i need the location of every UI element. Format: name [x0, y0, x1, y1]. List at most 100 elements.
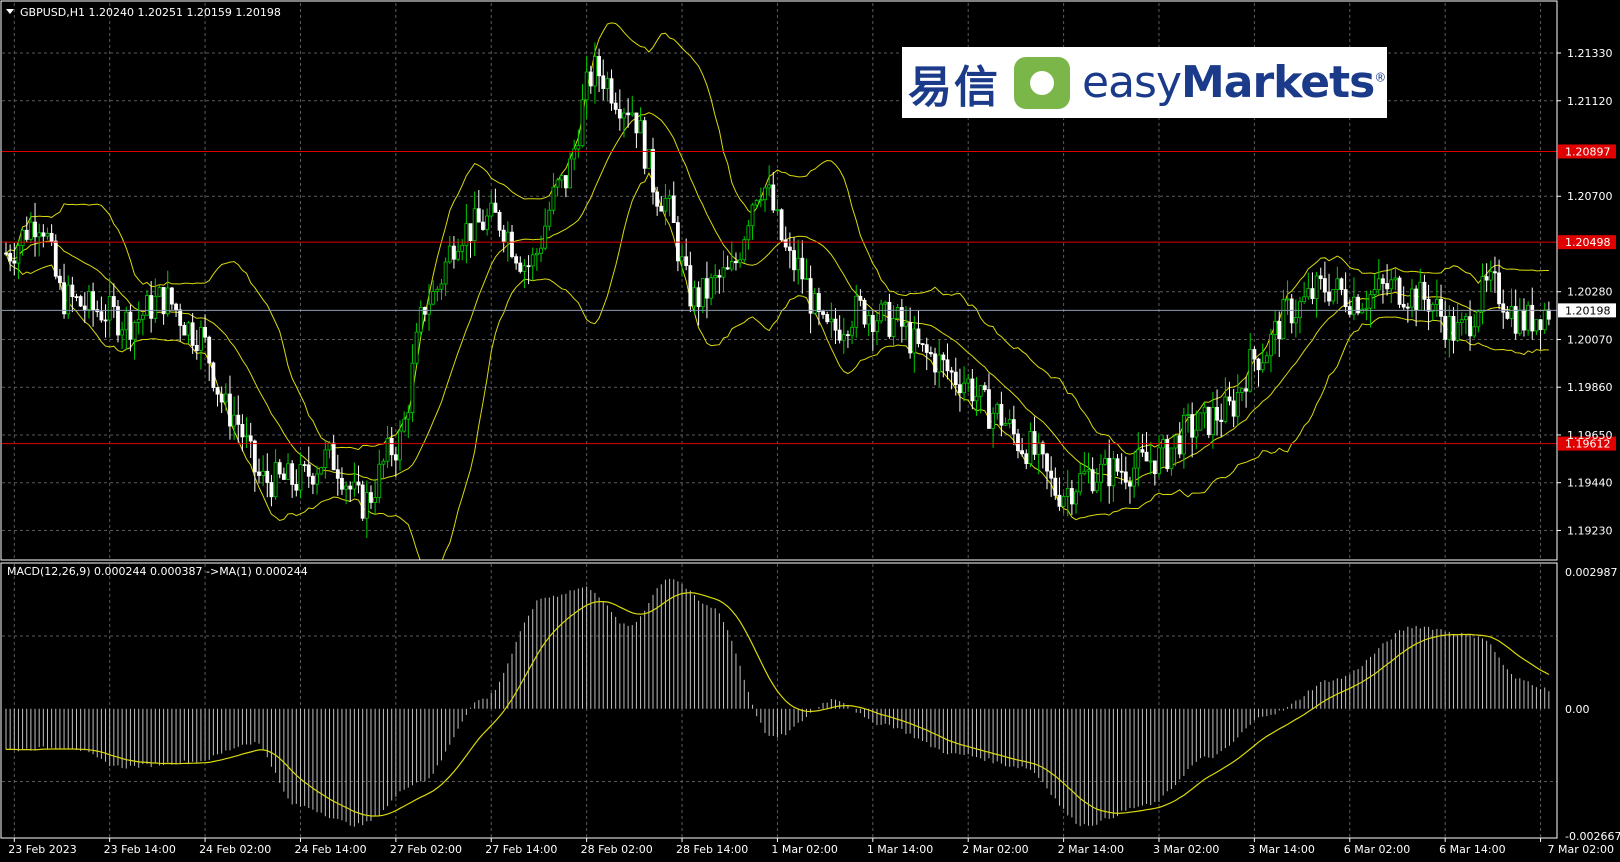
candle-body	[920, 343, 925, 346]
candle-body	[970, 378, 975, 402]
candle-body	[1480, 276, 1485, 313]
candle-body	[510, 231, 514, 258]
candle-body	[87, 291, 91, 310]
candle-body	[1194, 429, 1199, 438]
candle-body	[763, 187, 767, 201]
candle-body	[327, 442, 332, 451]
candle-body	[232, 414, 237, 427]
candle-body	[1293, 317, 1298, 324]
x-tick-label: 24 Feb 14:00	[294, 843, 366, 856]
candle-body	[1410, 288, 1414, 308]
candle-body	[20, 229, 25, 246]
y-tick-label: 1.20280	[1567, 286, 1613, 299]
candle-body	[783, 239, 788, 248]
candle-body	[841, 334, 846, 341]
candle-body	[190, 322, 195, 346]
y-tick-label: 1.20700	[1567, 190, 1613, 203]
candle-body	[953, 371, 958, 386]
candle-body	[1509, 306, 1514, 319]
candle-body	[1484, 276, 1489, 281]
candle-body	[1049, 470, 1054, 479]
logo-mark-icon	[1014, 56, 1070, 109]
candle-body	[518, 262, 523, 272]
candle-body	[775, 209, 780, 212]
price-level-label: 1.20897	[1565, 145, 1611, 158]
current-price-label: 1.20198	[1565, 304, 1611, 317]
candle-body	[1335, 278, 1340, 291]
candle-body	[576, 145, 581, 150]
candle-body	[418, 307, 423, 333]
x-tick-label: 3 Mar 14:00	[1248, 843, 1314, 856]
candle-body	[1057, 494, 1062, 507]
candle-body	[1256, 358, 1261, 371]
candle-body	[228, 393, 232, 427]
candle-body	[215, 387, 220, 395]
candle-body	[721, 267, 726, 278]
candle-body	[1352, 296, 1356, 315]
candle-body	[493, 202, 498, 213]
candle-body	[348, 485, 353, 490]
candle-body	[688, 265, 693, 307]
symbol-dropdown-icon[interactable]	[6, 9, 14, 14]
candle-body	[352, 481, 357, 490]
price-level-label: 1.20498	[1565, 236, 1611, 249]
candle-body	[1331, 289, 1336, 302]
candle-body	[638, 120, 643, 134]
candle-body	[696, 287, 701, 308]
candle-body	[866, 315, 871, 325]
candle-body	[1443, 315, 1448, 340]
candle-body	[286, 463, 290, 480]
candle-body	[1028, 431, 1033, 464]
candle-body	[1032, 431, 1037, 455]
candle-body	[1140, 449, 1145, 453]
candle-body	[1173, 435, 1178, 449]
candle-body	[539, 247, 543, 254]
candle-body	[41, 232, 46, 237]
candle-body	[705, 278, 709, 299]
candle-body	[1306, 288, 1311, 298]
candle-body	[1501, 303, 1506, 313]
candle-body	[1003, 423, 1008, 426]
x-tick-label: 1 Mar 14:00	[867, 843, 933, 856]
candle-body	[717, 275, 722, 278]
candle-body	[1020, 450, 1025, 455]
candle-body	[547, 209, 552, 227]
y-tick-label: 1.19230	[1567, 524, 1613, 537]
candle-body	[1269, 334, 1273, 357]
candle-body	[1414, 288, 1419, 311]
candle-body	[8, 253, 13, 262]
candle-body	[344, 485, 348, 490]
candle-body	[626, 112, 631, 116]
candle-body	[1103, 457, 1107, 465]
candle-body	[933, 353, 937, 373]
candle-body	[609, 78, 614, 104]
candle-body	[713, 275, 718, 279]
candle-body	[103, 319, 108, 322]
candle-body	[107, 296, 112, 321]
candle-body	[302, 464, 307, 467]
candle-body	[837, 329, 842, 341]
candle-body	[28, 221, 33, 240]
candle-body	[1493, 271, 1497, 274]
candle-body	[373, 497, 378, 503]
candle-body	[111, 296, 116, 308]
candle-body	[1488, 271, 1493, 281]
candle-body	[779, 209, 784, 241]
candle-body	[1007, 419, 1012, 424]
candle-body	[758, 199, 763, 202]
candle-body	[161, 287, 166, 315]
candle-body	[149, 295, 154, 319]
candle-body	[821, 311, 825, 315]
trading-chart[interactable]: 1.208971.204981.196121.20198 1.213301.21…	[0, 0, 1620, 862]
candle-body	[846, 334, 850, 337]
candle-body	[1011, 419, 1016, 435]
candle-body	[24, 229, 29, 240]
macd-y-tick-label: 0.00	[1565, 703, 1590, 716]
candle-body	[1376, 278, 1381, 291]
candle-body	[593, 56, 597, 87]
candle-body	[182, 325, 187, 336]
candle-body	[1281, 299, 1286, 340]
candle-body	[452, 245, 456, 260]
candle-body	[1244, 388, 1248, 392]
candle-body	[1534, 319, 1539, 332]
